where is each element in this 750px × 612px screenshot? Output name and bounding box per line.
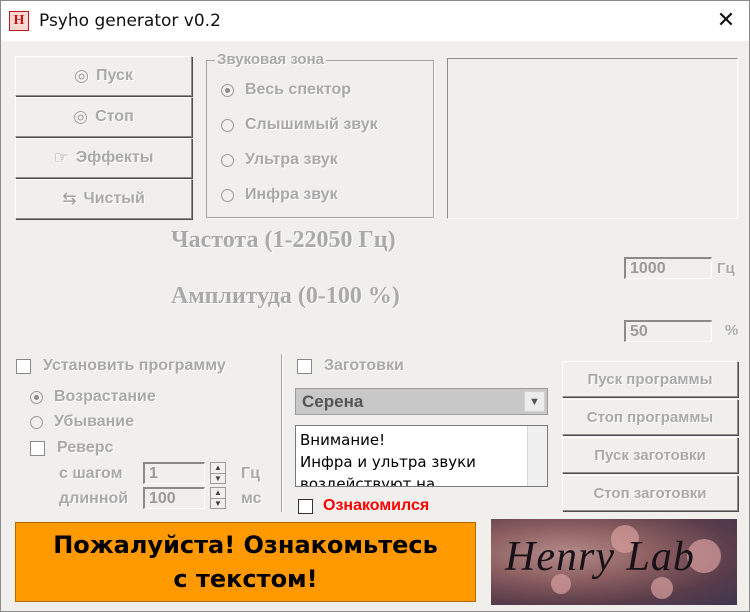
app-icon: H	[9, 11, 29, 31]
radio-dot-icon	[30, 390, 43, 404]
notice-textarea[interactable]: Внимание! Инфра и ультра звуки воздейств…	[295, 425, 548, 487]
checkbox-box	[30, 440, 45, 456]
radio-infra[interactable]: Инфра звук	[221, 186, 338, 204]
checkbox-box	[298, 498, 313, 514]
step-label: с шагом	[59, 465, 123, 482]
stop-button[interactable]: ◎ Стоп	[15, 97, 192, 137]
start-button[interactable]: ◎ Пуск	[15, 56, 192, 96]
checkbox-box	[16, 358, 31, 374]
length-label: длинной	[59, 490, 129, 507]
notice-scrollbar[interactable]	[527, 426, 547, 486]
notice-banner: Пожалуйста! Ознакомьтесь с текстом!	[15, 522, 476, 602]
radio-dot-icon	[221, 188, 234, 202]
spin-up-icon[interactable]: ▲	[211, 463, 225, 473]
radio-label: Убывание	[54, 413, 135, 430]
effects-button-label: Эффекты	[75, 149, 154, 166]
radio-full-spectrum[interactable]: Весь спектор	[221, 81, 351, 99]
spin-up-icon[interactable]: ▲	[211, 488, 225, 498]
radio-dot-icon	[30, 415, 43, 429]
amplitude-input[interactable]: 50	[624, 320, 712, 342]
banner-line-2: с текстом!	[173, 565, 318, 593]
length-input[interactable]: 100	[143, 487, 205, 509]
clear-button-label: Чистый	[83, 190, 145, 207]
pointing-hand-icon: ☞	[53, 148, 69, 167]
radio-label: Инфра звук	[245, 186, 338, 203]
notice-line: Инфра и ультра звуки	[300, 453, 476, 471]
step-spinner[interactable]: ▲ ▼	[210, 462, 226, 484]
step-input[interactable]: 1	[143, 462, 205, 484]
close-button[interactable]: ✕	[703, 1, 749, 41]
banner-line-1: Пожалуйста! Ознакомьтесь	[53, 531, 438, 559]
checkbox-label: Установить программу	[43, 357, 226, 374]
step-unit: Гц	[241, 465, 260, 482]
section-divider	[281, 354, 283, 512]
effects-button[interactable]: ☞ Эффекты	[15, 138, 192, 178]
target-icon: ◎	[73, 107, 89, 126]
stop-button-label: Стоп	[95, 108, 134, 125]
dialog-body: ◎ Пуск ◎ Стоп ☞ Эффекты ⇆ Чистый Звукова…	[1, 41, 749, 611]
radio-label: Весь спектор	[245, 81, 352, 98]
display-panel	[447, 58, 738, 219]
agree-label: Ознакомился	[323, 497, 430, 514]
reverse-checkbox[interactable]: Реверс	[30, 439, 113, 457]
amplitude-label: Амплитуда (0-100 %)	[171, 283, 400, 309]
start-button-label: Пуск	[95, 67, 133, 84]
henry-lab-logo: Henry Lab	[491, 519, 737, 605]
frequency-unit: Гц	[717, 260, 735, 277]
checkbox-label: Реверс	[57, 439, 114, 456]
frequency-label: Частота (1-22050 Гц)	[171, 227, 396, 253]
preset-select-value: Серена	[302, 391, 364, 411]
presets-checkbox[interactable]: Заготовки	[297, 357, 404, 375]
radio-dot-icon	[221, 118, 234, 132]
radio-label: Ультра звук	[245, 151, 338, 168]
radio-ascending[interactable]: Возрастание	[30, 388, 156, 406]
radio-dot-icon	[221, 153, 234, 167]
arrows-icon: ⇆	[62, 189, 77, 208]
app-window: H Psyho generator v0.2 ✕ ◎ Пуск ◎ Стоп ☞…	[0, 0, 750, 612]
set-program-checkbox[interactable]: Установить программу	[16, 357, 226, 375]
frequency-input[interactable]: 1000	[624, 257, 712, 279]
preset-select[interactable]: Серена ▼	[295, 388, 548, 415]
sound-zone-title: Звуковая зона	[215, 51, 326, 68]
chevron-down-icon[interactable]: ▼	[524, 391, 545, 412]
notice-line: воздействуют на	[300, 475, 436, 487]
radio-label: Возрастание	[54, 388, 156, 405]
checkbox-box	[297, 358, 312, 374]
radio-dot-icon	[221, 83, 234, 97]
stop-preset-button[interactable]: Стоп заготовки	[562, 475, 738, 511]
logo-text: Henry Lab	[505, 534, 695, 580]
radio-ultra[interactable]: Ультра звук	[221, 151, 338, 169]
title-bar: H Psyho generator v0.2 ✕	[1, 1, 749, 41]
clear-button[interactable]: ⇆ Чистый	[15, 179, 192, 219]
length-unit: мс	[241, 490, 262, 507]
checkbox-label: Заготовки	[324, 357, 404, 374]
window-title: Psyho generator v0.2	[39, 11, 221, 31]
target-icon: ◎	[74, 66, 89, 85]
radio-descending[interactable]: Убывание	[30, 413, 134, 431]
amplitude-unit: %	[725, 322, 739, 339]
start-preset-button[interactable]: Пуск заготовки	[562, 437, 738, 473]
length-spinner[interactable]: ▲ ▼	[210, 487, 226, 509]
notice-line: Внимание!	[300, 431, 386, 449]
radio-audible[interactable]: Слышимый звук	[221, 116, 378, 134]
start-program-button[interactable]: Пуск программы	[562, 361, 738, 397]
stop-program-button[interactable]: Стоп программы	[562, 399, 738, 435]
spin-down-icon[interactable]: ▼	[211, 497, 225, 509]
agree-checkbox[interactable]: Ознакомился	[298, 497, 429, 515]
radio-label: Слышимый звук	[245, 116, 378, 133]
spin-down-icon[interactable]: ▼	[211, 472, 225, 484]
